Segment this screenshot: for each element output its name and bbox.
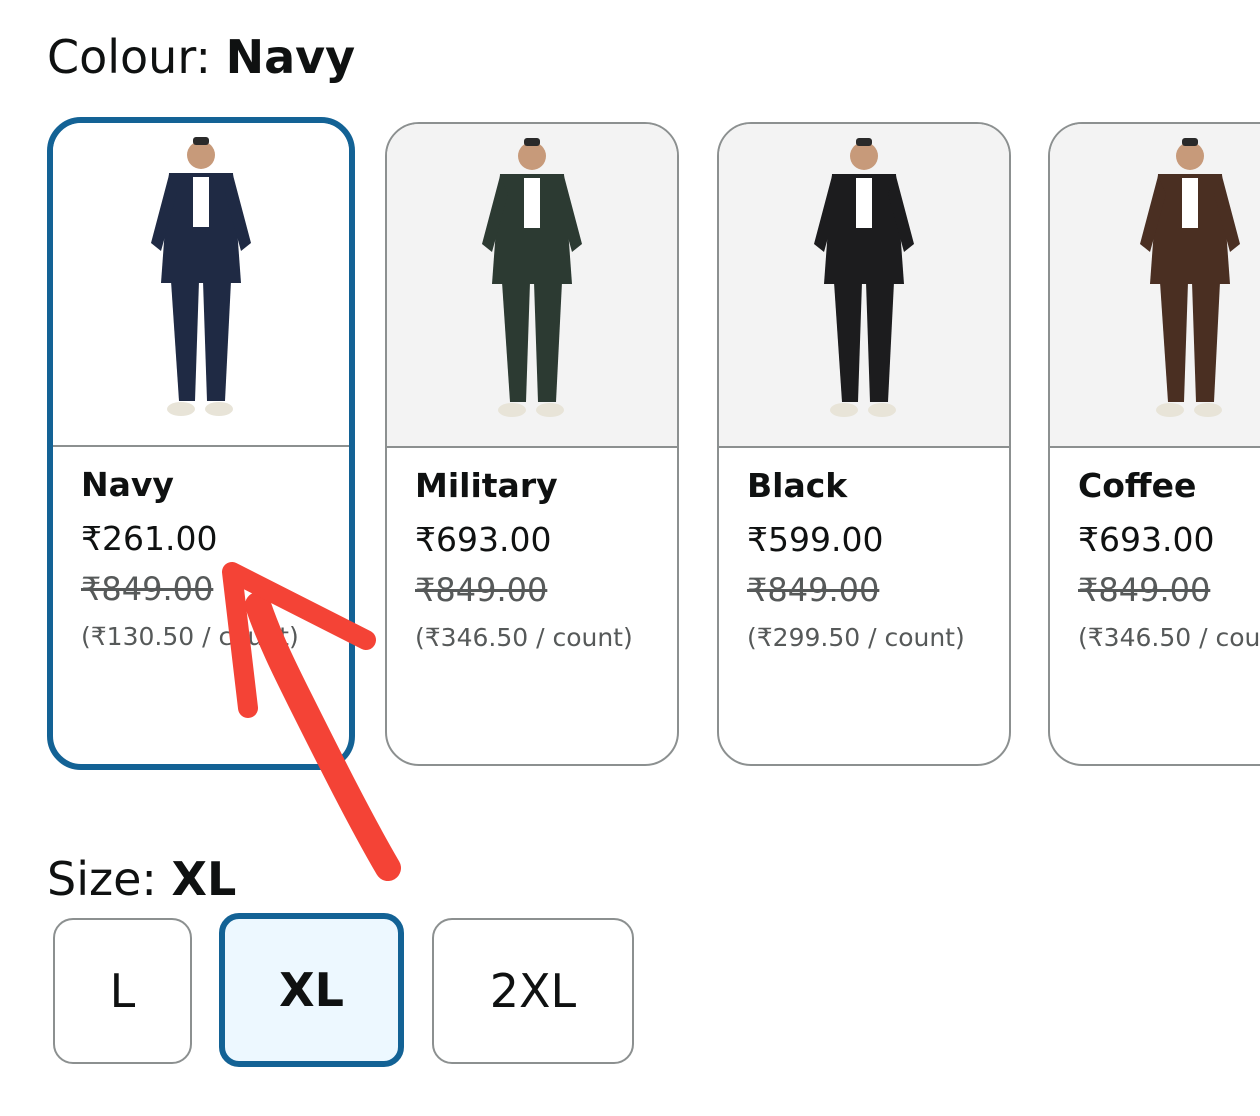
size-button-xl[interactable]: XL	[219, 913, 404, 1067]
raincoat-model-icon	[1140, 138, 1240, 417]
size-button-l[interactable]: L	[53, 918, 192, 1064]
raincoat-model-icon	[814, 138, 914, 417]
raincoat-model-icon	[482, 138, 582, 417]
product-image-coffee	[1050, 124, 1260, 448]
swatch-price: ₹261.00	[81, 519, 218, 558]
swatch-name: Coffee	[1078, 466, 1197, 505]
colour-heading: Colour: Navy	[47, 30, 355, 84]
swatch-mrp: ₹849.00	[1078, 571, 1211, 609]
product-image-navy	[53, 123, 349, 447]
colour-value: Navy	[225, 30, 356, 84]
raincoat-model-icon	[151, 137, 251, 416]
colour-label: Colour:	[47, 30, 226, 84]
swatch-price: ₹693.00	[1078, 520, 1215, 559]
swatch-mrp: ₹849.00	[415, 571, 548, 609]
colour-swatch-coffee[interactable]: Coffee ₹693.00 ₹849.00 (₹346.50 / count)	[1048, 122, 1260, 766]
swatch-name: Navy	[81, 465, 174, 504]
swatch-unit-price: (₹346.50 / count)	[1078, 623, 1260, 652]
swatch-unit-price: (₹346.50 / count)	[415, 623, 633, 652]
swatch-mrp: ₹849.00	[81, 570, 214, 608]
swatch-unit-price: (₹130.50 / count)	[81, 622, 299, 651]
colour-swatch-black[interactable]: Black ₹599.00 ₹849.00 (₹299.50 / count)	[717, 122, 1011, 766]
swatch-price: ₹599.00	[747, 520, 884, 559]
product-image-military	[387, 124, 677, 448]
swatch-unit-price: (₹299.50 / count)	[747, 623, 965, 652]
swatch-name: Black	[747, 466, 848, 505]
swatch-name: Military	[415, 466, 558, 505]
size-heading: Size: XL	[47, 852, 236, 906]
swatch-price: ₹693.00	[415, 520, 552, 559]
size-label: Size:	[47, 852, 172, 906]
colour-swatch-navy[interactable]: Navy ₹261.00 ₹849.00 (₹130.50 / count)	[47, 117, 355, 770]
colour-swatch-military[interactable]: Military ₹693.00 ₹849.00 (₹346.50 / coun…	[385, 122, 679, 766]
size-value: XL	[171, 852, 237, 906]
swatch-mrp: ₹849.00	[747, 571, 880, 609]
product-image-black	[719, 124, 1009, 448]
size-button-2xl[interactable]: 2XL	[432, 918, 634, 1064]
